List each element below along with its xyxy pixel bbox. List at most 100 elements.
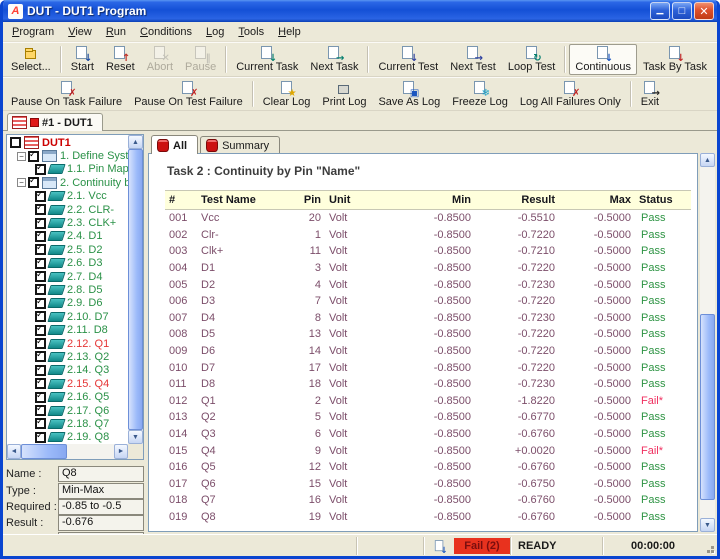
toolbar-button[interactable]: Pause On Test Failure <box>128 79 249 109</box>
checkbox[interactable] <box>35 311 46 322</box>
table-row[interactable]: 005 D2 4 Volt -0.8500 -0.7230 -0.5000 Pa… <box>165 276 691 293</box>
tree-item[interactable]: 2.7. D4 <box>7 270 128 283</box>
checkbox[interactable] <box>35 231 46 242</box>
toolbar-button[interactable]: Next Task <box>304 44 364 75</box>
tree-item[interactable]: 2.1. Vcc <box>7 190 128 203</box>
tree-vertical-scrollbar[interactable]: ▲ ▼ <box>128 135 143 444</box>
tree-item[interactable]: 2. Continuity by Pin " <box>7 176 128 189</box>
table-row[interactable]: 008 D5 13 Volt -0.8500 -0.7220 -0.5000 P… <box>165 326 691 343</box>
log-vertical-scrollbar[interactable]: ▲ ▼ <box>700 153 715 532</box>
tree-item[interactable]: 2.14. Q3 <box>7 364 128 377</box>
checkbox[interactable] <box>28 177 39 188</box>
checkbox[interactable] <box>35 378 46 389</box>
toolbar-button[interactable]: Reset <box>100 44 141 75</box>
checkbox[interactable] <box>28 151 39 162</box>
table-row[interactable]: 009 D6 14 Volt -0.8500 -0.7220 -0.5000 P… <box>165 343 691 360</box>
toolbar-button[interactable]: Freeze Log <box>446 79 514 109</box>
scroll-down-icon[interactable]: ▼ <box>128 430 143 444</box>
table-row[interactable]: 010 D7 17 Volt -0.8500 -0.7220 -0.5000 P… <box>165 359 691 376</box>
toolbar-button[interactable]: Test By Test <box>713 44 720 75</box>
checkbox[interactable] <box>35 244 46 255</box>
toolbar-button[interactable]: Pause On Task Failure <box>5 79 128 109</box>
toolbar-button[interactable]: Abort <box>141 44 179 75</box>
close-button[interactable] <box>694 2 714 20</box>
table-row[interactable]: 018 Q7 16 Volt -0.8500 -0.6760 -0.5000 P… <box>165 492 691 509</box>
tab-dut1[interactable]: #1 - DUT1 <box>7 113 103 131</box>
checkbox[interactable] <box>35 284 46 295</box>
table-row[interactable]: 001 Vcc 20 Volt -0.8500 -0.5510 -0.5000 … <box>165 210 691 227</box>
resize-grip[interactable] <box>703 537 716 555</box>
table-row[interactable]: 002 Clr- 1 Volt -0.8500 -0.7220 -0.5000 … <box>165 227 691 244</box>
tree-item[interactable]: DUT1 <box>7 136 128 149</box>
table-row[interactable]: 017 Q6 15 Volt -0.8500 -0.6750 -0.5000 P… <box>165 476 691 493</box>
scroll-thumb[interactable] <box>128 149 143 430</box>
checkbox[interactable] <box>35 204 46 215</box>
toolbar-button[interactable]: Print Log <box>316 79 372 109</box>
checkbox[interactable] <box>35 405 46 416</box>
table-row[interactable]: 011 D8 18 Volt -0.8500 -0.7230 -0.5000 P… <box>165 376 691 393</box>
toolbar-button[interactable]: Save As Log <box>372 79 446 109</box>
scroll-thumb[interactable] <box>21 444 67 459</box>
toolbar-button[interactable]: Select... <box>5 44 57 75</box>
tree-item[interactable]: 2.2. CLR- <box>7 203 128 216</box>
tree-item[interactable]: 2.13. Q2 <box>7 350 128 363</box>
checkbox[interactable] <box>35 325 46 336</box>
expander-icon[interactable] <box>17 178 26 187</box>
checkbox[interactable] <box>35 258 46 269</box>
menu-item[interactable]: View <box>61 24 99 40</box>
tree-item[interactable]: 2.12. Q1 <box>7 337 128 350</box>
scroll-down-icon[interactable]: ▼ <box>700 518 715 532</box>
toolbar-button[interactable]: Current Task <box>230 44 304 75</box>
tree-item[interactable]: 2.11. D8 <box>7 323 128 336</box>
table-row[interactable]: 003 Clk+ 11 Volt -0.8500 -0.7210 -0.5000… <box>165 243 691 260</box>
toolbar-button[interactable] <box>252 81 254 107</box>
menu-item[interactable]: Help <box>271 24 308 40</box>
menu-item[interactable]: Run <box>99 24 133 40</box>
toolbar-button[interactable]: Continuous <box>569 44 637 75</box>
expander-icon[interactable] <box>17 152 26 161</box>
checkbox[interactable] <box>35 218 46 229</box>
table-row[interactable]: 019 Q8 19 Volt -0.8500 -0.6760 -0.5000 P… <box>165 509 691 526</box>
toolbar-button[interactable]: Exit <box>635 79 665 109</box>
checkbox[interactable] <box>35 432 46 443</box>
checkbox[interactable] <box>35 271 46 282</box>
toolbar-button[interactable] <box>225 46 227 73</box>
table-row[interactable]: 007 D4 8 Volt -0.8500 -0.7230 -0.5000 Pa… <box>165 310 691 327</box>
toolbar-button[interactable] <box>630 81 632 107</box>
table-row[interactable]: 012 Q1 2 Volt -0.8500 -1.8220 -0.5000 Fa… <box>165 393 691 410</box>
toolbar-button[interactable]: Clear Log <box>257 79 317 109</box>
checkbox[interactable] <box>35 338 46 349</box>
toolbar-button[interactable] <box>564 46 566 73</box>
tree-item[interactable]: 2.15. Q4 <box>7 377 128 390</box>
tree-item[interactable]: 2.19. Q8 <box>7 431 128 444</box>
tree-item[interactable]: 2.5. D2 <box>7 243 128 256</box>
checkbox[interactable] <box>35 365 46 376</box>
toolbar-button[interactable]: Task By Task <box>637 44 713 75</box>
scroll-right-icon[interactable]: ► <box>114 444 128 459</box>
maximize-button[interactable] <box>672 2 692 20</box>
table-row[interactable]: 006 D3 7 Volt -0.8500 -0.7220 -0.5000 Pa… <box>165 293 691 310</box>
scroll-up-icon[interactable]: ▲ <box>128 135 143 149</box>
checkbox[interactable] <box>35 392 46 403</box>
scroll-thumb[interactable] <box>700 314 715 500</box>
checkbox[interactable] <box>35 418 46 429</box>
toolbar-button[interactable]: Current Test <box>372 44 444 75</box>
log-tab[interactable]: All <box>151 135 198 154</box>
scroll-track[interactable] <box>700 167 715 518</box>
tree-item[interactable]: 2.10. D7 <box>7 310 128 323</box>
menu-item[interactable]: Log <box>199 24 231 40</box>
tree-item[interactable]: 2.8. D5 <box>7 283 128 296</box>
tree-item[interactable]: 2.4. D1 <box>7 230 128 243</box>
scroll-up-icon[interactable]: ▲ <box>700 153 715 167</box>
toolbar-button[interactable] <box>367 46 369 73</box>
toolbar-button[interactable] <box>60 46 62 73</box>
menu-item[interactable]: Tools <box>231 24 271 40</box>
checkbox[interactable] <box>35 298 46 309</box>
checkbox[interactable] <box>35 351 46 362</box>
checkbox[interactable] <box>35 164 46 175</box>
table-row[interactable]: 015 Q4 9 Volt -0.8500 +0.0020 -0.5000 Fa… <box>165 442 691 459</box>
checkbox[interactable] <box>35 191 46 202</box>
table-row[interactable]: 004 D1 3 Volt -0.8500 -0.7220 -0.5000 Pa… <box>165 260 691 277</box>
tree-horizontal-scrollbar[interactable]: ◄ ► <box>7 444 128 459</box>
log-tab[interactable]: Summary <box>200 136 280 154</box>
